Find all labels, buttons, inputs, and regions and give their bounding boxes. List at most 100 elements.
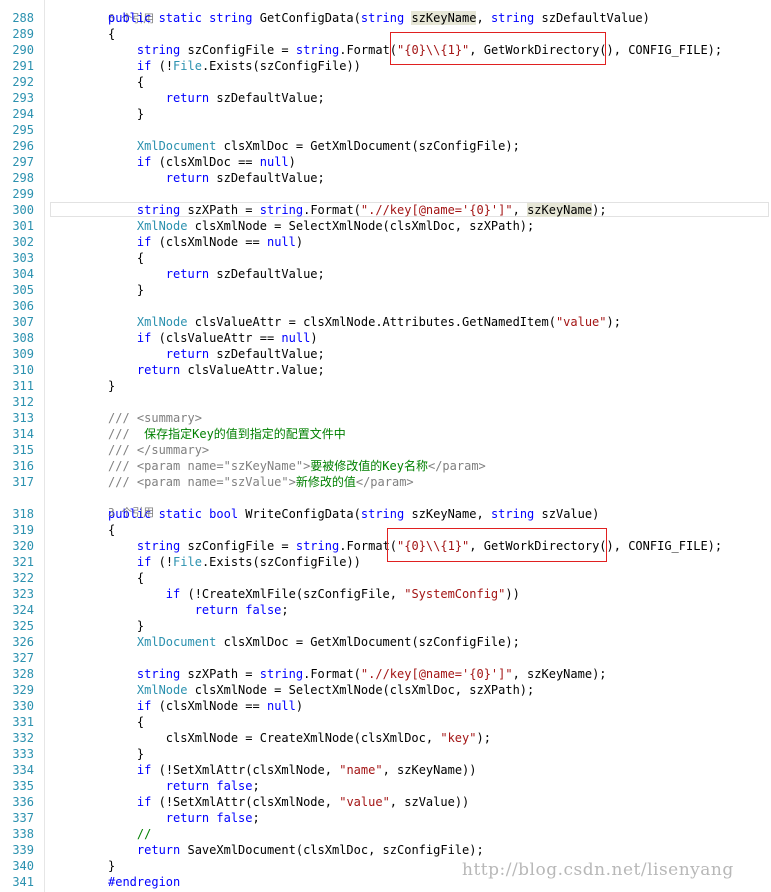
code-text[interactable]: } [108, 282, 144, 298]
code-line[interactable]: 312 [0, 394, 771, 410]
code-line[interactable]: 326 XmlDocument clsXmlDoc = GetXmlDocume… [0, 634, 771, 650]
code-text[interactable]: return SaveXmlDocument(clsXmlDoc, szConf… [108, 842, 484, 858]
code-line[interactable]: 313 /// <summary> [0, 410, 771, 426]
code-text[interactable]: if (!SetXmlAttr(clsXmlNode, "value", szV… [108, 794, 469, 810]
code-text[interactable]: if (!CreateXmlFile(szConfigFile, "System… [108, 586, 520, 602]
code-line[interactable]: 297 if (clsXmlDoc == null) [0, 154, 771, 170]
reference-lens-write[interactable]: 3 个引用 [0, 489, 771, 519]
code-line[interactable]: 331 { [0, 714, 771, 730]
code-line[interactable]: 321 if (!File.Exists(szConfigFile)) [0, 554, 771, 570]
code-text[interactable]: XmlDocument clsXmlDoc = GetXmlDocument(s… [108, 138, 520, 154]
code-line[interactable]: 328 string szXPath = string.Format(".//k… [0, 666, 771, 682]
code-line[interactable]: 307 XmlNode clsValueAttr = clsXmlNode.At… [0, 314, 771, 330]
code-text[interactable]: return false; [108, 778, 260, 794]
code-line[interactable]: 314 /// 保存指定Key的值到指定的配置文件中 [0, 426, 771, 442]
code-text[interactable]: return clsValueAttr.Value; [108, 362, 325, 378]
code-line[interactable]: 316 /// <param name="szKeyName">要被修改值的Key… [0, 458, 771, 474]
code-text[interactable]: #endregion [108, 874, 180, 890]
code-line[interactable]: 337 return false; [0, 810, 771, 826]
code-line[interactable]: 310 return clsValueAttr.Value; [0, 362, 771, 378]
code-line[interactable]: 311} [0, 378, 771, 394]
code-line[interactable]: 336 if (!SetXmlAttr(clsXmlNode, "value",… [0, 794, 771, 810]
code-line[interactable]: 304 return szDefaultValue; [0, 266, 771, 282]
code-text[interactable]: return false; [108, 810, 260, 826]
code-text[interactable]: XmlDocument clsXmlDoc = GetXmlDocument(s… [108, 634, 520, 650]
code-text[interactable]: } [108, 858, 115, 874]
code-text[interactable]: return szDefaultValue; [108, 266, 325, 282]
code-line[interactable]: 322 { [0, 570, 771, 586]
code-text[interactable]: /// 保存指定Key的值到指定的配置文件中 [108, 426, 346, 442]
code-text[interactable]: if (clsXmlDoc == null) [108, 154, 296, 170]
code-line[interactable]: 290 string szConfigFile = string.Format(… [0, 42, 771, 58]
code-line[interactable]: 319{ [0, 522, 771, 538]
code-text[interactable]: if (!SetXmlAttr(clsXmlNode, "name", szKe… [108, 762, 477, 778]
code-text[interactable]: string szXPath = string.Format(".//key[@… [108, 666, 607, 682]
code-text[interactable]: } [108, 106, 144, 122]
code-line[interactable]: 329 XmlNode clsXmlNode = SelectXmlNode(c… [0, 682, 771, 698]
code-line[interactable]: 324 return false; [0, 602, 771, 618]
code-line[interactable]: 298 return szDefaultValue; [0, 170, 771, 186]
code-line[interactable]: 327 [0, 650, 771, 666]
code-text[interactable]: public static bool WriteConfigData(strin… [108, 506, 599, 522]
code-line[interactable]: 309 return szDefaultValue; [0, 346, 771, 362]
code-text[interactable]: /// </summary> [108, 442, 209, 458]
code-text[interactable]: { [108, 522, 115, 538]
code-line[interactable]: 332 clsXmlNode = CreateXmlNode(clsXmlDoc… [0, 730, 771, 746]
code-line[interactable]: 301 XmlNode clsXmlNode = SelectXmlNode(c… [0, 218, 771, 234]
code-text[interactable]: { [108, 714, 144, 730]
code-line[interactable]: 325 } [0, 618, 771, 634]
code-line[interactable]: 308 if (clsValueAttr == null) [0, 330, 771, 346]
code-line[interactable]: 335 return false; [0, 778, 771, 794]
code-line[interactable]: 338 // [0, 826, 771, 842]
code-text[interactable]: if (clsXmlNode == null) [108, 234, 303, 250]
code-line[interactable]: 291 if (!File.Exists(szConfigFile)) [0, 58, 771, 74]
code-text[interactable]: XmlNode clsValueAttr = clsXmlNode.Attrib… [108, 314, 621, 330]
code-text[interactable]: XmlNode clsXmlNode = SelectXmlNode(clsXm… [108, 218, 534, 234]
code-text[interactable]: clsXmlNode = CreateXmlNode(clsXmlDoc, "k… [108, 730, 491, 746]
code-text[interactable]: } [108, 746, 144, 762]
code-text[interactable]: } [108, 378, 115, 394]
code-text[interactable]: string szXPath = string.Format(".//key[@… [108, 202, 607, 218]
code-line[interactable]: 339 return SaveXmlDocument(clsXmlDoc, sz… [0, 842, 771, 858]
code-text[interactable]: { [108, 26, 115, 42]
code-text[interactable]: return szDefaultValue; [108, 90, 325, 106]
code-text[interactable]: /// <param name="szValue">新修改的值</param> [108, 474, 414, 490]
code-text[interactable]: if (!File.Exists(szConfigFile)) [108, 554, 361, 570]
code-text[interactable]: } [108, 618, 144, 634]
code-line[interactable]: 306 [0, 298, 771, 314]
code-line[interactable]: 292 { [0, 74, 771, 90]
code-line[interactable]: 299 [0, 186, 771, 202]
code-line[interactable]: 315 /// </summary> [0, 442, 771, 458]
code-line[interactable]: 302 if (clsXmlNode == null) [0, 234, 771, 250]
code-line[interactable]: 317 /// <param name="szValue">新修改的值</para… [0, 474, 771, 490]
code-line[interactable]: 323 if (!CreateXmlFile(szConfigFile, "Sy… [0, 586, 771, 602]
code-text[interactable]: if (clsValueAttr == null) [108, 330, 318, 346]
code-line[interactable]: 293 return szDefaultValue; [0, 90, 771, 106]
code-line[interactable]: 333 } [0, 746, 771, 762]
code-line[interactable]: 288 public static string GetConfigData(st… [0, 10, 771, 26]
code-text[interactable]: { [108, 570, 144, 586]
code-editor[interactable]: 6 个引用 288 public static string GetConfigD… [0, 0, 771, 892]
code-line[interactable]: 295 [0, 122, 771, 138]
code-line[interactable]: 296 XmlDocument clsXmlDoc = GetXmlDocume… [0, 138, 771, 154]
code-line[interactable]: 320 string szConfigFile = string.Format(… [0, 538, 771, 554]
code-text[interactable]: return szDefaultValue; [108, 346, 325, 362]
code-line[interactable]: 294 } [0, 106, 771, 122]
code-line[interactable]: 330 if (clsXmlNode == null) [0, 698, 771, 714]
code-line[interactable]: 289 { [0, 26, 771, 42]
code-text[interactable]: if (!File.Exists(szConfigFile)) [108, 58, 361, 74]
code-text[interactable]: { [108, 250, 144, 266]
codelens-references[interactable]: 3 个引用 [108, 505, 154, 521]
code-text[interactable]: return szDefaultValue; [108, 170, 325, 186]
code-text[interactable]: /// <param name="szKeyName">要被修改值的Key名称<… [108, 458, 486, 474]
code-line[interactable]: 305 } [0, 282, 771, 298]
code-text[interactable]: XmlNode clsXmlNode = SelectXmlNode(clsXm… [108, 682, 534, 698]
code-text[interactable]: return false; [108, 602, 289, 618]
code-text[interactable]: if (clsXmlNode == null) [108, 698, 303, 714]
code-text[interactable]: // [108, 826, 151, 842]
code-text[interactable]: /// <summary> [108, 410, 202, 426]
code-line[interactable]: 300 string szXPath = string.Format(".//k… [0, 202, 771, 218]
code-text[interactable]: public static string GetConfigData(strin… [108, 10, 650, 26]
code-text[interactable]: { [108, 74, 144, 90]
code-line[interactable]: 303 { [0, 250, 771, 266]
